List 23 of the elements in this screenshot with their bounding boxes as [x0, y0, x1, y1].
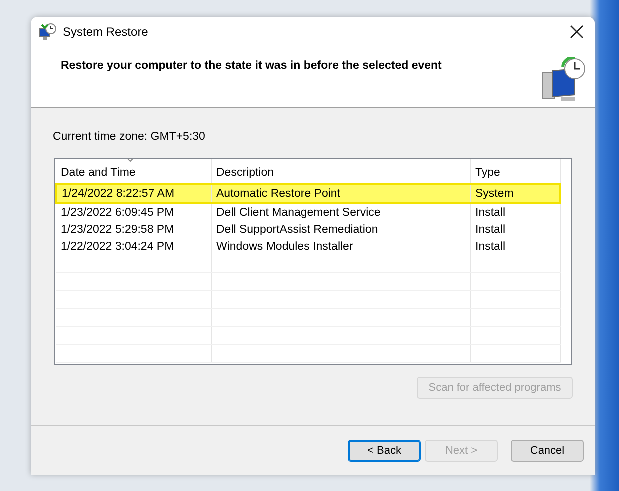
table-cell: Install: [470, 203, 560, 221]
table-cell: Windows Modules Installer: [211, 238, 470, 255]
table-cell: Install: [470, 238, 560, 255]
table-cell: Dell SupportAssist Remediation: [211, 221, 470, 238]
time-zone-label: Current time zone: GMT+5:30: [53, 131, 206, 143]
wizard-button[interactable]: < Back: [348, 440, 421, 462]
table-cell: Dell Client Management Service: [211, 203, 470, 221]
restore-point-row[interactable]: 1/22/2022 3:04:24 PM Windows Modules Installer Install: [56, 238, 560, 255]
heading: Restore your computer to the state it was in before the selected event: [61, 59, 443, 72]
restore-point-row[interactable]: 1/24/2022 8:22:57 AM Automatic Restore Point System: [56, 184, 560, 203]
wizard-button[interactable]: Cancel: [511, 440, 584, 462]
restore-point-row[interactable]: 1/23/2022 5:29:58 PM Dell SupportAssist Remediation Install: [56, 221, 560, 238]
table-cell: Install: [470, 221, 560, 238]
window-title: System Restore: [63, 25, 150, 39]
table-cell: 1/24/2022 8:22:57 AM: [56, 184, 211, 203]
table-cell: System: [470, 184, 560, 203]
table-cell: Automatic Restore Point: [211, 184, 470, 203]
table-cell: 1/23/2022 5:29:58 PM: [56, 221, 211, 238]
table-cell: 1/23/2022 6:09:45 PM: [56, 203, 211, 221]
restore-point-row[interactable]: 1/23/2022 6:09:45 PM Dell Client Management Service Install: [56, 203, 560, 221]
table-cell: 1/22/2022 3:04:24 PM: [56, 238, 211, 255]
computer-clock-icon: [541, 57, 587, 103]
restore-clock-icon: [39, 23, 57, 41]
